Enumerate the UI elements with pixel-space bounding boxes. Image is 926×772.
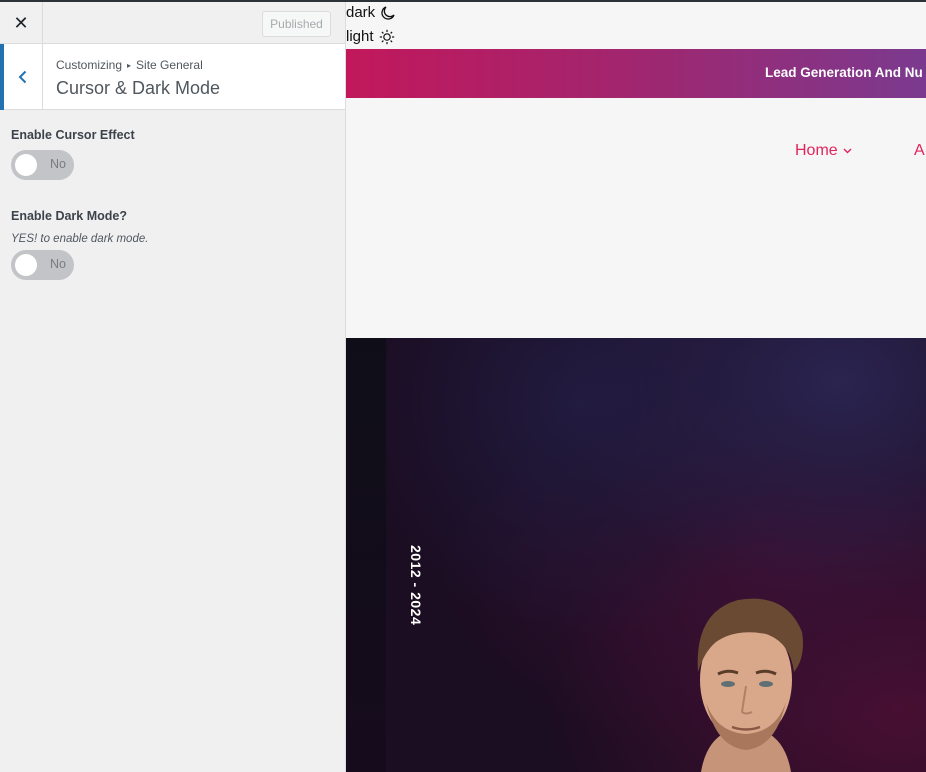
back-button[interactable] [0, 44, 43, 110]
hero-side-stripe [346, 338, 386, 772]
moon-icon [381, 5, 395, 20]
publish-button[interactable]: Published [262, 11, 331, 37]
toggle-state: No [50, 257, 66, 271]
cursor-effect-control: Enable Cursor Effect No [11, 128, 135, 180]
dark-mode-link[interactable]: dark [346, 4, 396, 21]
cursor-effect-toggle[interactable]: No [11, 150, 74, 180]
chevron-down-icon [843, 148, 852, 154]
breadcrumb-section: Site General [136, 58, 203, 72]
light-mode-link[interactable]: light [346, 28, 395, 45]
dark-mode-control: Enable Dark Mode? YES! to enable dark mo… [11, 209, 148, 280]
cursor-effect-label: Enable Cursor Effect [11, 128, 135, 142]
hero-years: 2012 - 2024 [408, 545, 424, 626]
customizer-panel: ✕ Published Customizing ▸ Site General Cur… [0, 2, 346, 772]
light-mode-text: light [346, 28, 374, 45]
breadcrumb: Customizing ▸ Site General [56, 58, 203, 72]
section-title: Cursor & Dark Mode [56, 78, 221, 98]
dark-mode-text: dark [346, 4, 376, 21]
section-header: Customizing ▸ Site General Cursor & Dark M… [0, 44, 345, 110]
site-navbar: Home A [346, 98, 926, 338]
hero-section: 2012 - 2024 [346, 338, 926, 772]
toggle-knob [15, 154, 37, 176]
toggle-state: No [50, 157, 66, 171]
close-customizer-button[interactable]: ✕ [0, 2, 43, 44]
nav-item-home-label: Home [795, 142, 838, 159]
close-icon: ✕ [13, 12, 29, 33]
top-strip [0, 0, 926, 2]
hero-portrait-image [697, 598, 803, 772]
promo-banner: Lead Generation And Nu [346, 49, 926, 98]
sun-icon [379, 29, 394, 44]
breadcrumb-root: Customizing [56, 58, 123, 72]
site-preview: dark light Lead Generation And Nu Home A [346, 2, 926, 772]
chevron-left-icon [18, 70, 27, 84]
dark-mode-label: Enable Dark Mode? [11, 209, 127, 223]
nav-item-home[interactable]: Home [795, 142, 852, 160]
dark-mode-description: YES! to enable dark mode. [11, 233, 149, 245]
dark-mode-toggle[interactable]: No [11, 250, 74, 280]
nav-item-next[interactable]: A [914, 142, 925, 160]
toggle-knob [15, 254, 37, 276]
breadcrumb-separator-icon: ▸ [127, 61, 132, 70]
customizer-header: ✕ Published [0, 2, 345, 44]
banner-text: Lead Generation And Nu [765, 65, 923, 80]
